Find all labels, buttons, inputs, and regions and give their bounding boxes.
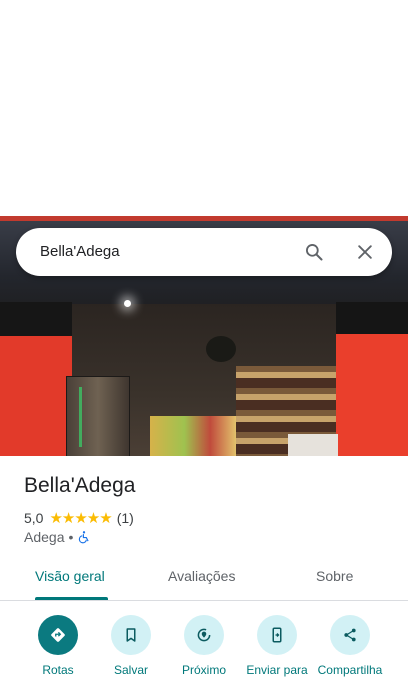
directions-label: Rotas	[42, 663, 74, 677]
review-count[interactable]: (1)	[117, 510, 134, 526]
rating-value: 5,0	[24, 510, 44, 526]
share-icon	[344, 628, 356, 642]
place-tabs: Visão geral Avaliações Sobre	[0, 560, 408, 600]
search-bar[interactable]: Bella'Adega	[16, 228, 392, 276]
nearby-icon	[197, 628, 211, 642]
bookmark-icon	[126, 628, 136, 642]
share-button[interactable]: Compartilha	[310, 615, 390, 677]
close-icon[interactable]	[355, 242, 375, 262]
directions-button[interactable]: Rotas	[18, 615, 98, 677]
tab-overview[interactable]: Visão geral	[35, 568, 105, 584]
category-row: Adega •	[24, 529, 91, 545]
save-label: Salvar	[113, 663, 148, 677]
search-input[interactable]: Bella'Adega	[40, 243, 120, 260]
map-blank-area	[0, 0, 408, 216]
send-to-phone-button[interactable]: Enviar para	[237, 615, 317, 677]
nearby-label: Próximo	[181, 663, 226, 677]
send-to-phone-icon	[272, 627, 282, 643]
save-button[interactable]: Salvar	[91, 615, 171, 677]
star-rating-icon: ★★★★★	[49, 510, 112, 527]
place-category[interactable]: Adega	[24, 529, 64, 545]
tab-about[interactable]: Sobre	[316, 568, 353, 584]
share-label: Compartilha	[317, 663, 383, 677]
search-icon[interactable]	[304, 242, 324, 262]
send-to-phone-label: Enviar para	[246, 663, 308, 677]
directions-icon	[51, 628, 65, 642]
place-title: Bella'Adega	[24, 474, 136, 497]
separator-dot: •	[68, 529, 74, 545]
rating-row[interactable]: 5,0 ★★★★★ (1)	[24, 509, 134, 527]
wheelchair-accessible-icon	[79, 531, 89, 544]
tab-reviews[interactable]: Avaliações	[168, 568, 235, 584]
tabs-divider	[0, 600, 408, 601]
nearby-button[interactable]: Próximo	[164, 615, 244, 677]
